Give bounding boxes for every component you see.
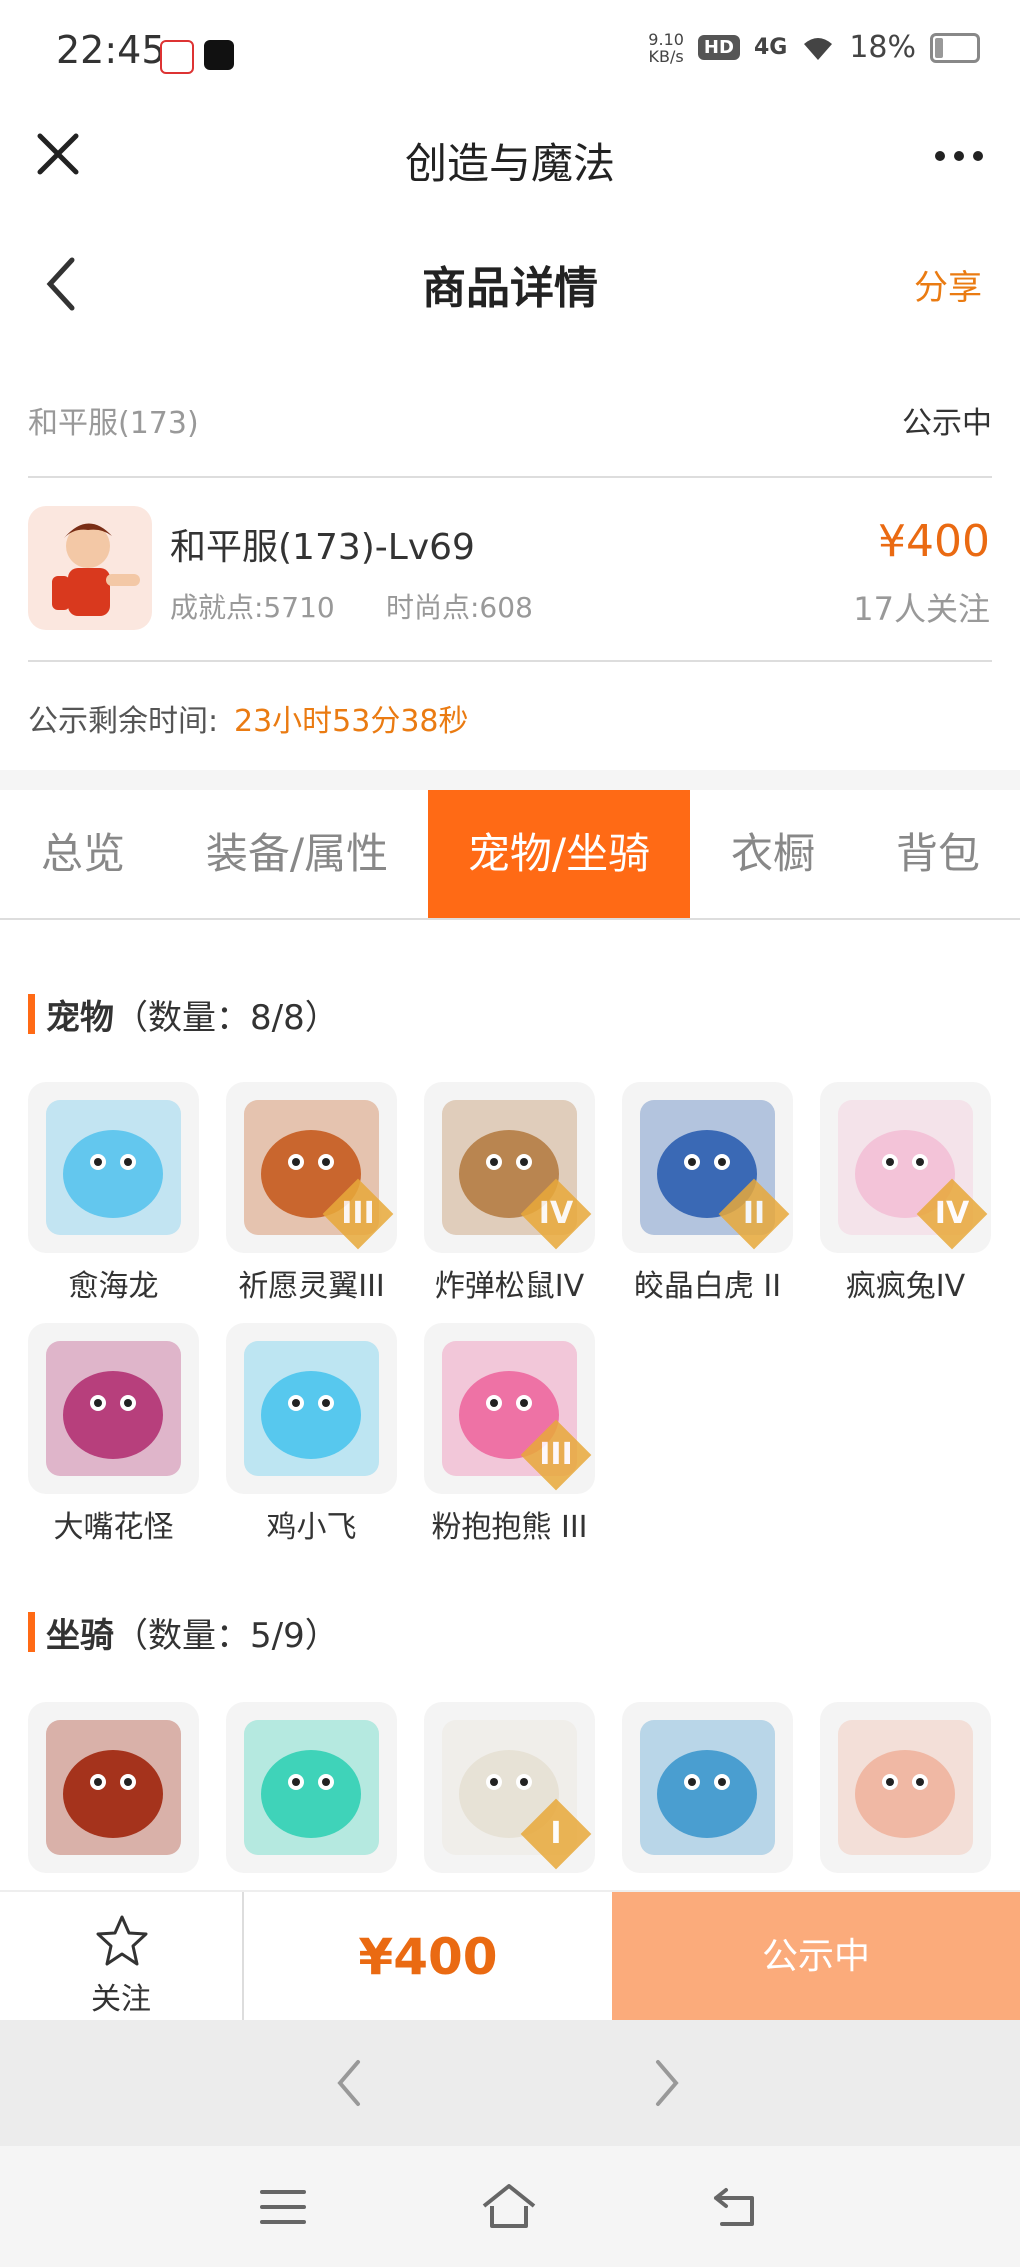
blue-chick-icon [226, 1323, 397, 1494]
mini-program-bar: 创造与魔法 [0, 110, 1020, 200]
follower-count: 17人关注 [853, 590, 990, 628]
publicity-button[interactable]: 公示中 [612, 1892, 1020, 2022]
pets-card[interactable]: II 皎晶白虎 II [622, 1082, 793, 1305]
mini-program-title: 创造与魔法 [404, 139, 615, 188]
character-avatar [28, 506, 152, 630]
pig-icon [820, 1702, 991, 1873]
status-icons: 9.10 KB/s HD 4G 18% [648, 30, 980, 65]
level-badge: II [718, 1178, 790, 1250]
blue-dragon-icon [28, 1082, 199, 1253]
more-icon[interactable] [934, 150, 984, 162]
white-tiger-icon: II [622, 1082, 793, 1253]
squirrel-icon: IV [424, 1082, 595, 1253]
net-speed: 9.10 KB/s [648, 29, 684, 66]
green-monster-icon [226, 1702, 397, 1873]
mounts-card[interactable] [820, 1702, 991, 1881]
mounts-card[interactable] [28, 1702, 199, 1881]
fire-dragon-icon [28, 1702, 199, 1873]
ice-dragon-icon [622, 1702, 793, 1873]
level-badge: I [520, 1798, 592, 1870]
pets-card[interactable]: 愈海龙 [28, 1082, 199, 1305]
pets-card[interactable]: 鸡小飞 [226, 1323, 397, 1546]
pets-section-title: 宠物（数量：8/8） [28, 990, 339, 1039]
fashion-points: 时尚点:608 [386, 591, 533, 624]
divider [28, 476, 992, 478]
follow-label: 关注 [91, 1982, 151, 2017]
level-badge: III [322, 1178, 394, 1250]
rabbit-icon: IV [820, 1082, 991, 1253]
level-badge: IV [520, 1178, 592, 1250]
mounts-card[interactable]: I [424, 1702, 595, 1881]
return-icon[interactable] [712, 2186, 760, 2228]
hd-icon: HD [697, 35, 740, 60]
level-badge: III [520, 1419, 592, 1491]
listing-info: 和平服(173) 公示中 和平服(173)-Lv69 成就点:5710 时尚点:… [0, 370, 1020, 770]
battery-percent: 18% [849, 30, 916, 65]
douyin-app-icon [204, 40, 234, 70]
character-name: 和平服(173)-Lv69 [170, 527, 475, 568]
bottom-price: ¥400 [358, 1928, 498, 1986]
pets-card[interactable]: 大嘴花怪 [28, 1323, 199, 1546]
page-title: 商品详情 [422, 263, 598, 314]
page-header: 商品详情 分享 [0, 200, 1020, 370]
bottom-action-bar: 关注 ¥400 公示中 [0, 1890, 1020, 2022]
pets-card[interactable]: IV 疯疯兔IV [820, 1082, 991, 1305]
wifi-icon [804, 37, 833, 60]
pets-card[interactable]: IV 炸弹松鼠IV [424, 1082, 595, 1305]
server-name: 和平服(173) [28, 406, 199, 441]
flower-monster-icon [28, 1323, 199, 1494]
remaining-time-value: 23小时53分38秒 [234, 704, 469, 739]
pets-name: 大嘴花怪 [53, 1510, 174, 1545]
pets-name: 皎晶白虎 II [633, 1269, 782, 1304]
pets-card[interactable]: III 祈愿灵翼III [226, 1082, 397, 1305]
listing-status: 公示中 [902, 406, 992, 441]
baidu-app-icon [160, 40, 194, 74]
tab-bar: 总览 装备/属性 宠物/坐骑 衣橱 背包 [0, 790, 1020, 920]
mounts-section-title: 坐骑（数量：5/9） [28, 1608, 339, 1657]
system-nav-bar [0, 2146, 1020, 2267]
follow-button[interactable]: 关注 [0, 1892, 244, 2022]
tab-overview[interactable]: 总览 [0, 790, 166, 918]
remaining-time-label: 公示剩余时间: [28, 704, 219, 739]
share-button[interactable]: 分享 [914, 260, 982, 309]
tab-wardrobe[interactable]: 衣橱 [690, 790, 856, 918]
pink-bear-icon: III [424, 1323, 595, 1494]
nav-back-icon[interactable] [334, 2058, 364, 2108]
mounts-card[interactable] [226, 1702, 397, 1881]
tab-backpack[interactable]: 背包 [856, 790, 1020, 918]
tab-equipment[interactable]: 装备/属性 [166, 790, 428, 918]
pets-mounts-panel: 宠物（数量：8/8） 愈海龙 III 祈愿灵翼III IV 炸弹松鼠IV II 皎晶白虎 I… [0, 920, 1020, 1890]
divider [28, 660, 992, 662]
home-icon[interactable] [480, 2182, 538, 2230]
pets-name: 愈海龙 [68, 1269, 159, 1304]
menu-icon[interactable] [260, 2188, 306, 2226]
listing-price: ¥400 [878, 516, 990, 567]
status-bar: 22:45 9.10 KB/s HD 4G 18% [0, 0, 1020, 110]
signal-icon: 4G [753, 35, 788, 60]
mounts-card[interactable] [622, 1702, 793, 1881]
pets-name: 鸡小飞 [266, 1510, 357, 1545]
tab-pets-mounts[interactable]: 宠物/坐骑 [428, 790, 690, 918]
clock: 22:45 [56, 28, 166, 72]
eagle-icon: III [226, 1082, 397, 1253]
browser-nav [0, 2020, 1020, 2146]
battery-icon [930, 32, 980, 63]
pets-name: 粉抱抱熊 III [431, 1510, 588, 1545]
achievement-points: 成就点:5710 [170, 591, 335, 624]
pets-name: 炸弹松鼠IV [434, 1269, 585, 1304]
pets-card[interactable]: III 粉抱抱熊 III [424, 1323, 595, 1546]
pets-name: 祈愿灵翼III [238, 1269, 385, 1304]
white-deer-icon: I [424, 1702, 595, 1873]
pets-name: 疯疯兔IV [845, 1269, 966, 1304]
star-icon [96, 1915, 148, 1966]
nav-forward-icon[interactable] [652, 2058, 682, 2108]
level-badge: IV [916, 1178, 988, 1250]
